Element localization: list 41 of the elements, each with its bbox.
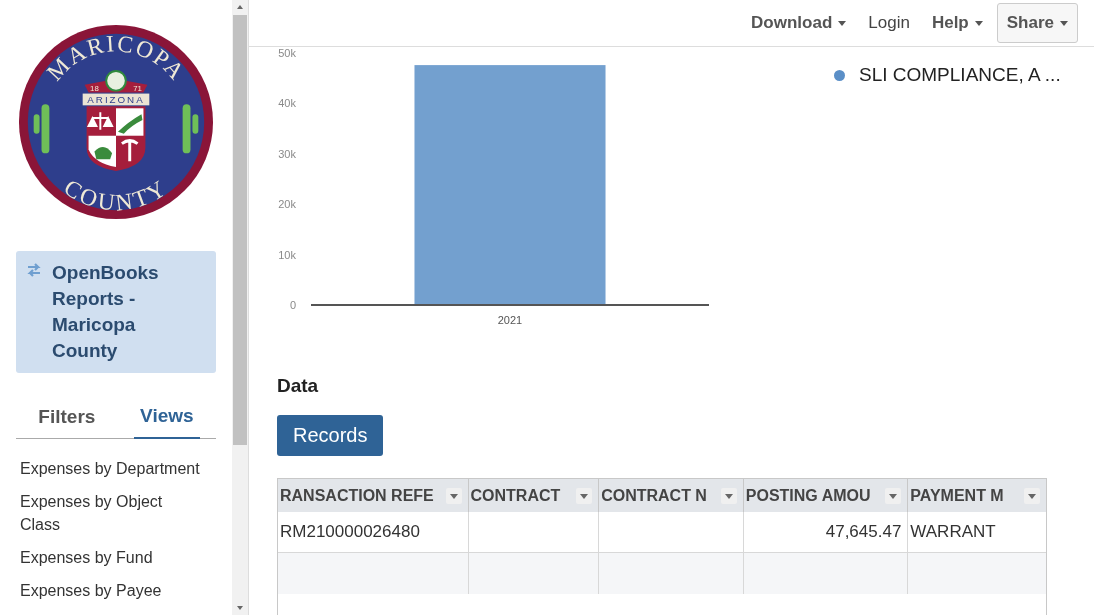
dropdown-icon[interactable] xyxy=(576,487,593,504)
y-tick-label: 10k xyxy=(278,248,296,261)
y-tick-label: 0 xyxy=(289,299,296,311)
report-title: OpenBooks Reports - Maricopa County xyxy=(52,261,160,363)
seal-year-text: 18 xyxy=(90,83,99,93)
x-tick-label: 2021 xyxy=(497,314,523,326)
caret-icon xyxy=(1060,20,1068,26)
column-header[interactable]: CONTRACT N xyxy=(599,479,744,512)
y-tick-label: 30k xyxy=(278,147,296,160)
records-button[interactable]: Records xyxy=(277,415,384,456)
dropdown-icon[interactable] xyxy=(720,487,737,504)
column-header[interactable]: RANSACTION REFE xyxy=(278,479,469,512)
dropdown-icon[interactable] xyxy=(1024,487,1040,504)
y-tick-label: 50k xyxy=(278,47,296,59)
y-tick-label: 20k xyxy=(278,198,296,211)
caret-icon xyxy=(974,20,983,26)
login-link[interactable]: Login xyxy=(860,7,918,39)
share-button[interactable]: Share xyxy=(996,3,1078,43)
seal-bottom-text: COUNTY xyxy=(59,173,173,216)
view-link[interactable]: Expenses by Payee xyxy=(20,579,200,602)
toolbar-menu[interactable]: Help xyxy=(923,7,991,39)
section-heading: Data xyxy=(277,375,320,397)
column-header[interactable]: POSTING AMOU xyxy=(743,479,909,512)
column-header[interactable]: CONTRACT xyxy=(468,479,600,512)
seal-year-text: 71 xyxy=(133,83,142,93)
report-title-card[interactable]: OpenBooks Reports - Maricopa County xyxy=(16,251,216,373)
toolbar-menu[interactable]: Download xyxy=(743,7,855,39)
seal-banner-text: ARIZONA xyxy=(87,94,145,106)
legend-label[interactable]: SLI COMPLIANCE, A ... xyxy=(859,64,1061,86)
caret-icon xyxy=(838,20,847,26)
dropdown-icon[interactable] xyxy=(885,487,902,504)
y-tick-label: 40k xyxy=(278,97,296,110)
sidebar-tab[interactable]: Filters xyxy=(32,403,102,438)
swap-arrows-icon xyxy=(26,263,42,277)
view-link[interactable]: Expenses by Fund xyxy=(20,546,200,569)
column-header[interactable]: PAYMENT M xyxy=(908,479,1046,512)
view-link[interactable]: Expenses by Object Class xyxy=(20,490,200,536)
scrollbar[interactable] xyxy=(232,0,248,615)
sidebar-tab[interactable]: Views xyxy=(134,403,200,439)
view-link[interactable]: Expenses by Department xyxy=(20,457,200,480)
dropdown-icon[interactable] xyxy=(445,487,462,504)
